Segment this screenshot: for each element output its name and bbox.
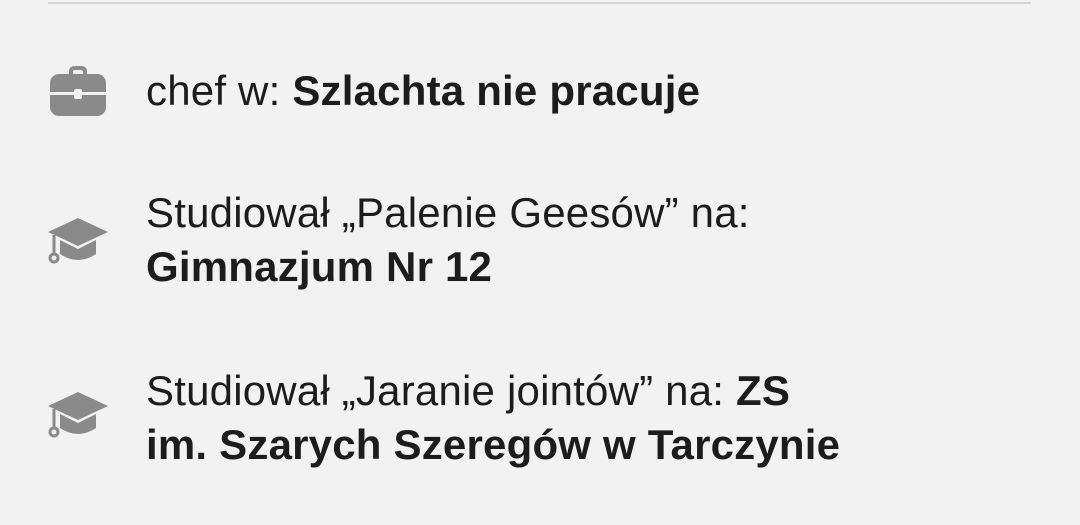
briefcase-icon — [46, 58, 110, 122]
education-prefix-2: Studiował „Jaranie jointów” na: — [146, 367, 737, 414]
education-text-2: Studiował „Jaranie jointów” na: ZS im. S… — [146, 364, 1046, 472]
school-name-2-part1[interactable]: ZS — [736, 367, 790, 414]
education-prefix-1: Studiował „Palenie Geesów” na: — [146, 189, 750, 236]
graduation-cap-icon — [46, 212, 110, 276]
education-text-1: Studiował „Palenie Geesów” na: Gimnazjum… — [146, 186, 1046, 294]
section-divider — [48, 2, 1031, 4]
school-name-1[interactable]: Gimnazjum Nr 12 — [146, 243, 492, 290]
work-prefix: chef w: — [146, 67, 293, 114]
workplace-name[interactable]: Szlachta nie pracuje — [292, 67, 700, 114]
work-text: chef w: Szlachta nie pracuje — [146, 64, 1046, 118]
school-name-2-part2[interactable]: im. Szarych Szeregów w Tarczynie — [146, 421, 840, 468]
graduation-cap-icon — [46, 386, 110, 450]
